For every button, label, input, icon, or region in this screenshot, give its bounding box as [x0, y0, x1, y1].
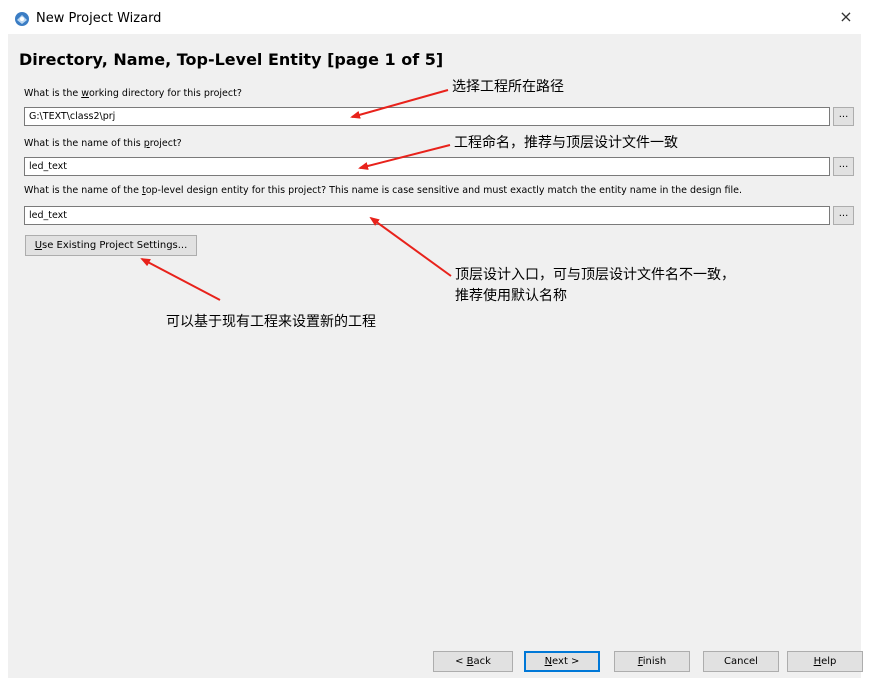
directory-label: What is the working directory for this p…: [24, 88, 242, 99]
window-title: New Project Wizard: [36, 11, 162, 26]
annotation-top-entity-2: 推荐使用默认名称: [455, 288, 567, 304]
quartus-wizard-icon: [15, 12, 29, 26]
top-entity-field[interactable]: [24, 206, 830, 225]
help-button[interactable]: Help: [787, 651, 863, 672]
finish-button[interactable]: Finish: [614, 651, 690, 672]
wizard-page-panel: [8, 34, 861, 678]
annotation-directory: 选择工程所在路径: [452, 79, 564, 95]
top-entity-label: What is the name of the top-level design…: [24, 185, 743, 196]
directory-field[interactable]: [24, 107, 830, 126]
back-button[interactable]: < Back: [433, 651, 513, 672]
page-title: Directory, Name, Top-Level Entity [page …: [19, 50, 444, 69]
browse-project-name-button[interactable]: ...: [833, 157, 854, 176]
project-name-field[interactable]: [24, 157, 830, 176]
annotation-use-existing: 可以基于现有工程来设置新的工程: [166, 314, 376, 330]
annotation-project-name: 工程命名，推荐与顶层设计文件一致: [454, 135, 678, 151]
next-button[interactable]: Next >: [524, 651, 600, 672]
browse-directory-button[interactable]: ...: [833, 107, 854, 126]
close-button[interactable]: ×: [833, 5, 859, 29]
cancel-button[interactable]: Cancel: [703, 651, 779, 672]
title-bar: New Project Wizard ×: [0, 0, 869, 34]
annotation-top-entity-1: 顶层设计入口，可与顶层设计文件名不一致，: [455, 267, 735, 283]
browse-top-entity-button[interactable]: ...: [833, 206, 854, 225]
use-existing-settings-button[interactable]: Use Existing Project Settings...: [25, 235, 197, 256]
project-name-label: What is the name of this project?: [24, 138, 182, 149]
